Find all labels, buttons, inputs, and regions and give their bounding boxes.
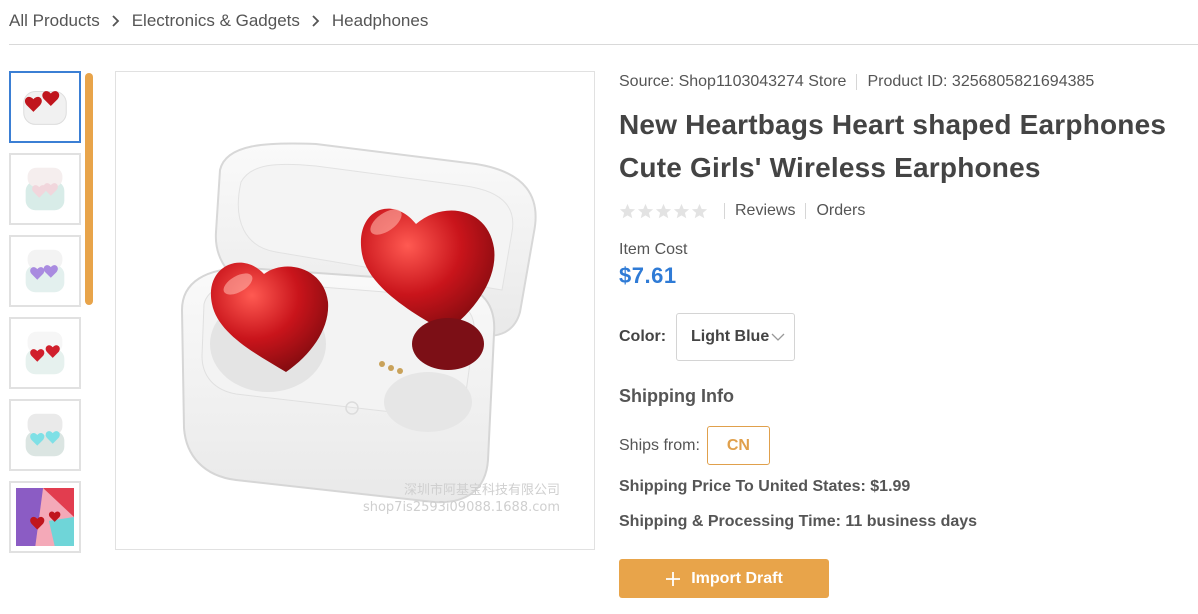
product-title: New Heartbags Heart shaped Earphones Cut… xyxy=(619,103,1194,189)
star-icon xyxy=(655,203,672,218)
reviews-link[interactable]: Reviews xyxy=(735,202,795,220)
divider xyxy=(9,44,1198,45)
thumbnail-1[interactable] xyxy=(9,71,81,143)
watermark-line-2: shop7is2593i09088.1688.com xyxy=(362,500,560,515)
breadcrumb: All Products Electronics & Gadgets Headp… xyxy=(9,9,428,33)
product-meta: Source: Shop1103043274 Store Product ID:… xyxy=(619,71,1194,93)
item-price: $7.61 xyxy=(619,263,677,288)
product-id: Product ID: 3256805821694385 xyxy=(867,73,1095,90)
plus-icon xyxy=(666,571,681,586)
color-row: Color: Light Blue xyxy=(619,313,1194,361)
breadcrumb-all-products[interactable]: All Products xyxy=(9,11,100,31)
color-select-value: Light Blue xyxy=(691,328,770,345)
watermark-line-1: 深圳市阿基宝科技有限公司 xyxy=(403,483,560,498)
ships-from-label: Ships from: xyxy=(619,436,700,454)
thumbnail-scrollbar[interactable] xyxy=(85,73,93,305)
ships-from-badge[interactable]: CN xyxy=(706,426,770,465)
chevron-right-icon xyxy=(300,15,332,27)
thumbnail-list xyxy=(9,71,81,563)
rating-row: Reviews Orders xyxy=(619,198,1194,224)
ships-from-row: Ships from: CN xyxy=(619,426,1194,465)
thumbnail-5[interactable] xyxy=(9,399,81,471)
title-line-2: Cute Girls' Wireless Earphones xyxy=(619,152,1041,183)
chevron-down-icon xyxy=(771,333,785,341)
shipping-price: Shipping Price To United States: $1.99 xyxy=(619,478,911,495)
thumbnail-6[interactable] xyxy=(9,481,81,553)
divider xyxy=(805,203,807,219)
thumbnail-2[interactable] xyxy=(9,153,81,225)
color-label: Color: xyxy=(619,328,667,345)
import-draft-label: Import Draft xyxy=(691,569,783,587)
star-rating xyxy=(619,203,708,220)
breadcrumb-headphones[interactable]: Headphones xyxy=(332,11,428,31)
divider xyxy=(856,74,858,90)
item-cost-label: Item Cost xyxy=(619,241,688,258)
thumbnail-4[interactable] xyxy=(9,317,81,389)
orders-link[interactable]: Orders xyxy=(816,202,865,220)
chevron-right-icon xyxy=(100,15,132,27)
thumbnail-3[interactable] xyxy=(9,235,81,307)
watermark: 深圳市阿基宝科技有限公司 shop7is2593i09088.1688.com xyxy=(360,482,560,516)
star-icon xyxy=(637,203,654,218)
product-info: Source: Shop1103043274 Store Product ID:… xyxy=(619,71,1194,598)
title-line-1: New Heartbags Heart shaped Earphones xyxy=(619,109,1167,140)
star-icon xyxy=(619,203,636,218)
earphones-case-image xyxy=(180,142,537,504)
import-draft-button[interactable]: Import Draft xyxy=(619,559,829,598)
main-product-image: 深圳市阿基宝科技有限公司 shop7is2593i09088.1688.com xyxy=(115,71,595,550)
star-icon xyxy=(673,203,690,218)
star-icon xyxy=(691,203,708,218)
shipping-time: Shipping & Processing Time: 11 business … xyxy=(619,513,978,530)
shipping-heading: Shipping Info xyxy=(619,386,734,406)
divider xyxy=(724,203,725,219)
breadcrumb-electronics-gadgets[interactable]: Electronics & Gadgets xyxy=(132,11,300,31)
color-select[interactable]: Light Blue xyxy=(676,313,795,361)
source-store[interactable]: Source: Shop1103043274 Store xyxy=(619,73,846,91)
